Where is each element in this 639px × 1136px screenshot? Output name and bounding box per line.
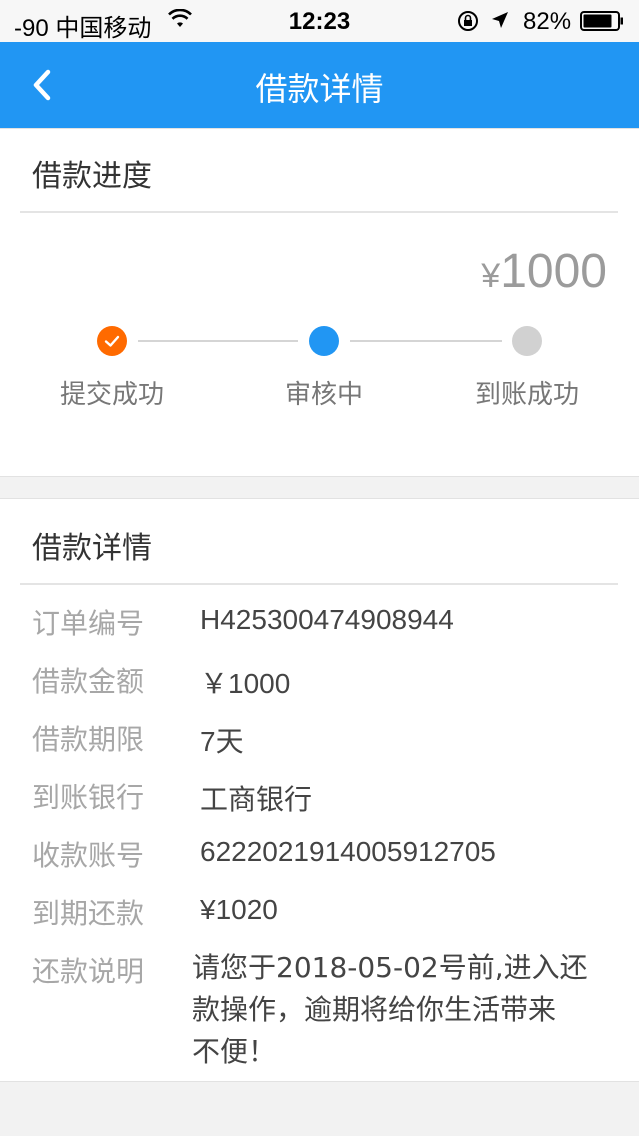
- detail-card: 借款详情 订单编号 H425300474908944 借款金额 ￥1000 借款…: [0, 498, 639, 1082]
- progress-track-1: [138, 340, 298, 342]
- note-line: 款操作，逾期将给你生活带来: [192, 993, 557, 1026]
- step-dot-submitted: [97, 326, 127, 356]
- progress-track-2: [350, 340, 502, 342]
- account-number-value: 6222021914005912705: [200, 836, 496, 867]
- note-line: 不便！: [192, 1035, 277, 1068]
- check-icon: [104, 335, 120, 347]
- amount-value: 1000: [500, 245, 607, 298]
- step-dot-reviewing: [309, 326, 339, 356]
- step-dot-credited: [512, 326, 542, 356]
- battery-percent: 82%: [523, 8, 572, 35]
- orientation-lock-icon: [458, 11, 478, 31]
- order-number-label: 订单编号: [32, 607, 145, 640]
- due-repayment-label: 到期还款: [32, 897, 145, 930]
- bank-label: 到账银行: [32, 781, 145, 814]
- battery-icon: [580, 11, 623, 31]
- divider: [20, 211, 618, 213]
- step-label-reviewing: 审核中: [284, 380, 363, 410]
- loan-amount: ¥1000: [481, 244, 607, 299]
- currency-symbol: ¥: [481, 257, 501, 295]
- detail-section-title: 借款详情: [32, 531, 152, 566]
- loan-term-value: 7天: [200, 726, 244, 757]
- bank-value: 工商银行: [200, 784, 313, 815]
- status-bar: -90 中国移动 12:23 82%: [0, 0, 639, 42]
- progress-card: 借款进度 ¥1000 提交成功 审核中 到账成功: [0, 128, 639, 477]
- divider: [20, 583, 618, 585]
- step-label-credited: 到账成功: [474, 380, 579, 410]
- note-line: 请您于2018-05-02号前,进入还: [192, 951, 588, 984]
- location-arrow-icon: [492, 12, 508, 28]
- repayment-note-text: 请您于2018-05-02号前,进入还 款操作，逾期将给你生活带来 不便！: [192, 947, 602, 1073]
- loan-term-label: 借款期限: [32, 723, 145, 756]
- order-number-value: H425300474908944: [200, 604, 454, 635]
- navigation-bar: 借款详情: [0, 42, 639, 128]
- page-title: 借款详情: [255, 70, 384, 108]
- loan-amount-label: 借款金额: [32, 665, 145, 698]
- repayment-note-label: 还款说明: [32, 955, 145, 988]
- account-number-label: 收款账号: [32, 839, 145, 872]
- due-repayment-value: ¥1020: [200, 894, 278, 925]
- step-label-submitted: 提交成功: [59, 380, 164, 410]
- loan-amount-value: ￥1000: [200, 668, 291, 699]
- progress-section-title: 借款进度: [32, 159, 152, 194]
